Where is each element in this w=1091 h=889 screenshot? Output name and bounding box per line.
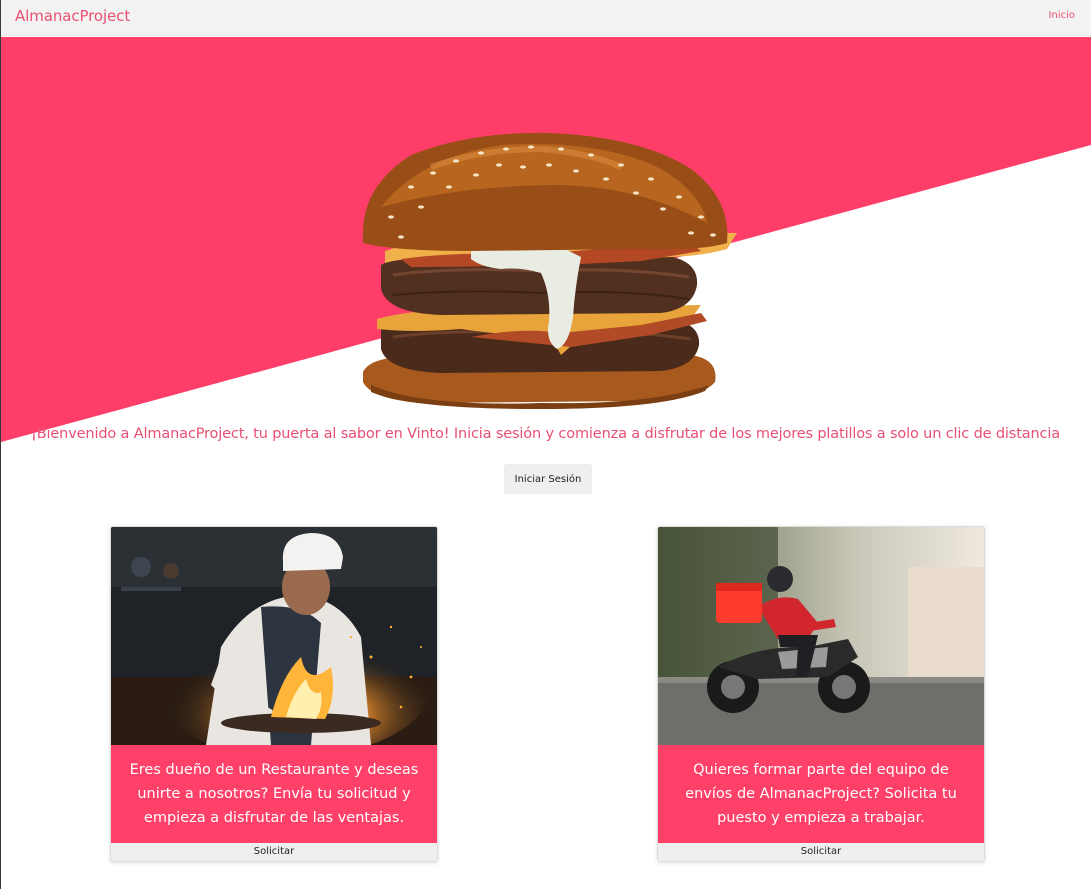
restaurant-card-text: Eres dueño de un Restaurante y deseas un… bbox=[111, 745, 437, 843]
burger-image bbox=[362, 132, 737, 409]
navbar: AlmanacProject Inicio bbox=[1, 0, 1091, 36]
login-button[interactable]: Iniciar Sesión bbox=[504, 464, 592, 494]
nav-link-home[interactable]: Inicio bbox=[1049, 10, 1075, 21]
welcome-message: ¡Bienvenido a AlmanacProject, tu puerta … bbox=[31, 426, 1060, 442]
restaurant-apply-button[interactable]: Solicitar bbox=[111, 843, 437, 861]
brand-link[interactable]: AlmanacProject bbox=[15, 7, 130, 25]
delivery-rider-image bbox=[658, 527, 984, 745]
restaurant-card: Eres dueño de un Restaurante y deseas un… bbox=[110, 526, 438, 862]
chef-image bbox=[111, 527, 437, 745]
delivery-card: Quieres formar parte del equipo de envío… bbox=[657, 526, 985, 862]
hero-banner bbox=[1, 37, 1091, 457]
delivery-apply-button[interactable]: Solicitar bbox=[658, 843, 984, 861]
hero-graphic bbox=[1, 37, 1091, 442]
delivery-card-text: Quieres formar parte del equipo de envío… bbox=[658, 745, 984, 843]
